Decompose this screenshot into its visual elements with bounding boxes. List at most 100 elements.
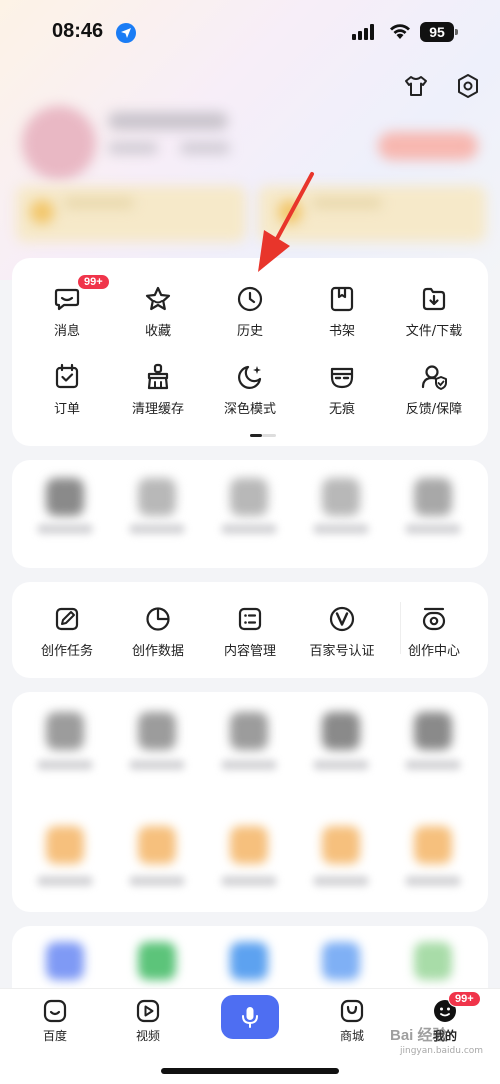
location-arrow-icon bbox=[116, 23, 136, 43]
tab-baidu[interactable]: 百度 bbox=[20, 997, 90, 1044]
creator-label: 百家号认证 bbox=[309, 644, 375, 659]
download-folder-icon bbox=[422, 287, 446, 311]
app-icon-blurred[interactable] bbox=[322, 942, 360, 980]
broom-icon bbox=[147, 363, 169, 390]
skin-tshirt-icon[interactable] bbox=[402, 72, 430, 100]
tab-label: 百度 bbox=[42, 1029, 67, 1043]
tool-label: 深色模式 bbox=[223, 402, 276, 417]
shop-bag-icon bbox=[340, 999, 364, 1023]
microphone-icon bbox=[242, 1007, 258, 1028]
profile-action-blurred[interactable] bbox=[378, 132, 478, 160]
home-indicator[interactable] bbox=[161, 1068, 339, 1074]
tab-shop[interactable]: 商城 bbox=[317, 997, 387, 1044]
service-label-blurred bbox=[221, 524, 277, 534]
service-icon-blurred[interactable] bbox=[46, 478, 84, 516]
service-label-blurred bbox=[405, 876, 461, 886]
voice-search-button[interactable] bbox=[221, 995, 279, 1039]
service-label-blurred bbox=[37, 524, 93, 534]
tool-label: 文件/下载 bbox=[405, 324, 463, 339]
service-label-blurred bbox=[221, 760, 277, 770]
creator-tasks[interactable]: 创作任务 bbox=[19, 604, 115, 659]
service-label-blurred bbox=[405, 760, 461, 770]
service-icon-blurred[interactable] bbox=[414, 826, 452, 864]
watermark: Bai 经验 bbox=[390, 1027, 448, 1044]
vip-icon-blurred bbox=[30, 200, 54, 224]
annotation-arrow bbox=[258, 172, 314, 272]
message-icon bbox=[54, 288, 80, 311]
tool-label: 无痕 bbox=[328, 402, 355, 417]
service-label-blurred bbox=[129, 876, 185, 886]
service-label-blurred bbox=[37, 876, 93, 886]
tool-files-download[interactable]: 文件/下载 bbox=[386, 284, 482, 339]
service-icon-blurred[interactable] bbox=[230, 478, 268, 516]
service-icon-blurred[interactable] bbox=[138, 712, 176, 750]
app-icon-blurred[interactable] bbox=[414, 942, 452, 980]
list-icon bbox=[238, 607, 262, 631]
creator-center-icon bbox=[422, 607, 446, 631]
app-icon-blurred[interactable] bbox=[46, 942, 84, 980]
settings-gear-icon[interactable] bbox=[454, 72, 482, 100]
star-icon bbox=[145, 286, 171, 311]
avatar[interactable] bbox=[22, 106, 96, 180]
username-blurred bbox=[108, 112, 228, 130]
pie-chart-icon bbox=[146, 607, 170, 631]
creator-center[interactable]: 创作中心 bbox=[386, 604, 482, 659]
tool-clear-cache[interactable]: 清理缓存 bbox=[110, 362, 206, 417]
watermark-url: jingyan.baidu.com bbox=[400, 1046, 484, 1056]
service-icon-blurred[interactable] bbox=[138, 826, 176, 864]
service-icon-blurred[interactable] bbox=[414, 712, 452, 750]
tool-dark-mode[interactable]: 深色模式 bbox=[202, 362, 298, 417]
service-icon-blurred[interactable] bbox=[414, 478, 452, 516]
service-label-blurred bbox=[221, 876, 277, 886]
creator-data[interactable]: 创作数据 bbox=[110, 604, 206, 659]
creator-verify[interactable]: 百家号认证 bbox=[294, 604, 390, 659]
creator-label: 创作数据 bbox=[131, 644, 184, 659]
wifi-icon bbox=[390, 24, 410, 39]
service-icon-blurred[interactable] bbox=[46, 712, 84, 750]
profile-stat-blurred bbox=[180, 142, 230, 154]
tool-message[interactable]: 99+ 消息 bbox=[19, 274, 115, 339]
tool-incognito[interactable]: 无痕 bbox=[294, 362, 390, 417]
cellular-signal-icon bbox=[352, 24, 374, 40]
profile-stat-blurred bbox=[108, 142, 158, 154]
order-icon bbox=[55, 363, 79, 389]
tool-orders[interactable]: 订单 bbox=[19, 362, 115, 417]
tool-label: 书架 bbox=[328, 324, 355, 339]
mask-icon bbox=[330, 367, 354, 389]
bookshelf-icon bbox=[330, 286, 354, 312]
service-label-blurred bbox=[37, 760, 93, 770]
service-icon-blurred[interactable] bbox=[322, 712, 360, 750]
tool-history[interactable]: 历史 bbox=[202, 284, 298, 339]
tool-label: 收藏 bbox=[144, 324, 171, 339]
tool-label: 反馈/保障 bbox=[405, 402, 463, 417]
service-icon-blurred[interactable] bbox=[138, 478, 176, 516]
service-label-blurred bbox=[313, 876, 369, 886]
service-icon-blurred[interactable] bbox=[230, 826, 268, 864]
tool-feedback[interactable]: 反馈/保障 bbox=[386, 362, 482, 417]
app-icon-blurred[interactable] bbox=[230, 942, 268, 980]
battery-indicator: 95 bbox=[420, 22, 458, 42]
tool-label: 历史 bbox=[236, 324, 263, 339]
tool-bookshelf[interactable]: 书架 bbox=[294, 284, 390, 339]
me-badge: 99+ bbox=[448, 991, 481, 1007]
tool-label: 消息 bbox=[53, 324, 80, 339]
service-label-blurred bbox=[313, 524, 369, 534]
tool-label: 清理缓存 bbox=[131, 402, 184, 417]
tool-favorites[interactable]: 收藏 bbox=[110, 284, 206, 339]
service-icon-blurred[interactable] bbox=[46, 826, 84, 864]
tab-video[interactable]: 视频 bbox=[113, 997, 183, 1044]
tab-label: 商城 bbox=[339, 1029, 364, 1043]
status-bar: 08:46 95 bbox=[0, 18, 500, 50]
service-icon-blurred[interactable] bbox=[322, 478, 360, 516]
page-dot bbox=[262, 434, 276, 437]
verified-v-icon bbox=[329, 606, 355, 632]
service-label-blurred bbox=[129, 524, 185, 534]
service-label-blurred bbox=[129, 760, 185, 770]
baidu-home-icon bbox=[43, 999, 67, 1023]
feedback-icon bbox=[421, 365, 447, 390]
app-icon-blurred[interactable] bbox=[138, 942, 176, 980]
creator-content-manage[interactable]: 内容管理 bbox=[202, 604, 298, 659]
clock-icon bbox=[237, 286, 263, 312]
service-icon-blurred[interactable] bbox=[230, 712, 268, 750]
service-icon-blurred[interactable] bbox=[322, 826, 360, 864]
